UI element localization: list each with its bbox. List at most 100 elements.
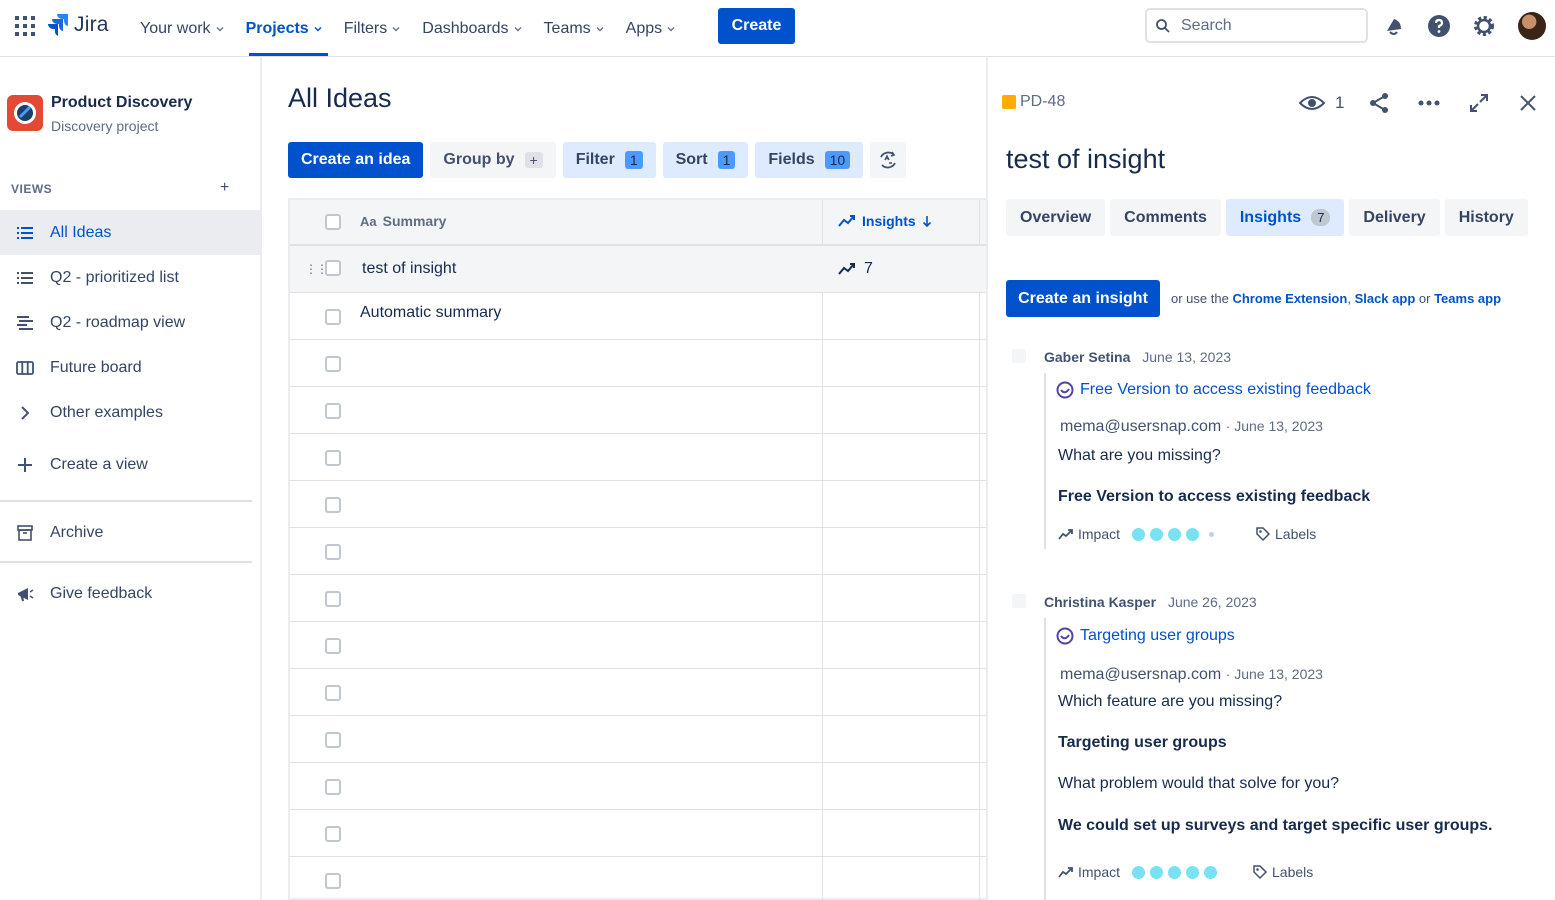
table-row-empty[interactable] bbox=[290, 857, 986, 900]
insight-checkbox[interactable] bbox=[1012, 594, 1026, 608]
close-icon[interactable] bbox=[1519, 91, 1537, 115]
row-checkbox[interactable] bbox=[325, 638, 341, 654]
row-checkbox[interactable] bbox=[325, 309, 341, 325]
row-checkbox[interactable] bbox=[325, 356, 341, 372]
watch-button[interactable]: 1 bbox=[1299, 91, 1344, 115]
row-checkbox[interactable] bbox=[325, 873, 341, 889]
sidebar-item-other-examples[interactable]: Other examples bbox=[0, 390, 262, 435]
more-actions-icon[interactable] bbox=[1418, 91, 1440, 115]
teams-app-link[interactable]: Teams app bbox=[1434, 291, 1501, 306]
create-insight-button[interactable]: Create an insight bbox=[1006, 280, 1160, 317]
impact-dot[interactable] bbox=[1168, 527, 1182, 541]
table-row-empty[interactable] bbox=[290, 810, 986, 857]
row-checkbox[interactable] bbox=[325, 450, 341, 466]
sidebar-item-future-board[interactable]: Future board bbox=[0, 345, 262, 390]
add-view-button[interactable]: + bbox=[220, 179, 229, 197]
row-checkbox[interactable] bbox=[325, 732, 341, 748]
impact-dot[interactable] bbox=[1186, 865, 1200, 879]
impact-dot[interactable] bbox=[1132, 527, 1146, 541]
sort-button[interactable]: Sort 1 bbox=[662, 142, 749, 178]
app-switcher-icon[interactable] bbox=[14, 15, 36, 37]
create-button[interactable]: Create bbox=[718, 8, 795, 44]
impact-dot-empty[interactable] bbox=[1209, 531, 1215, 537]
project-avatar-icon[interactable] bbox=[7, 95, 43, 131]
row-checkbox[interactable] bbox=[325, 779, 341, 795]
issue-key[interactable]: PD-48 bbox=[1002, 93, 1065, 111]
row-checkbox[interactable] bbox=[325, 826, 341, 842]
search-input[interactable]: Search bbox=[1145, 8, 1368, 43]
tab-overview[interactable]: Overview bbox=[1006, 199, 1106, 236]
slack-app-link[interactable]: Slack app bbox=[1355, 291, 1416, 306]
table-row[interactable]: ⋮⋮ test of insight 7 bbox=[290, 246, 986, 293]
column-summary[interactable]: Aa Summary bbox=[360, 213, 446, 229]
idea-type-icon bbox=[1002, 95, 1016, 109]
row-checkbox[interactable] bbox=[325, 685, 341, 701]
filter-button[interactable]: Filter 1 bbox=[562, 142, 656, 178]
row-checkbox[interactable] bbox=[325, 544, 341, 560]
column-insights[interactable]: Insights bbox=[838, 213, 932, 229]
table-row-empty[interactable] bbox=[290, 528, 986, 575]
expand-icon[interactable] bbox=[1469, 91, 1489, 115]
sidebar-item-give-feedback[interactable]: Give feedback bbox=[0, 571, 262, 616]
table-row-empty[interactable] bbox=[290, 669, 986, 716]
help-icon[interactable] bbox=[1426, 13, 1452, 39]
labels-button[interactable]: Labels bbox=[1272, 864, 1313, 880]
sidebar-item-all-ideas[interactable]: All Ideas bbox=[0, 210, 262, 255]
tab-comments[interactable]: Comments bbox=[1110, 199, 1221, 236]
table-row-empty[interactable] bbox=[290, 763, 986, 810]
table-row-empty[interactable] bbox=[290, 434, 986, 481]
table-row-empty[interactable] bbox=[290, 481, 986, 528]
nav-teams[interactable]: Teams bbox=[534, 0, 615, 57]
idea-title[interactable]: test of insight bbox=[1006, 144, 1165, 175]
insight-checkbox[interactable] bbox=[1012, 349, 1026, 363]
tab-history[interactable]: History bbox=[1444, 199, 1528, 236]
table-row-empty[interactable] bbox=[290, 622, 986, 669]
row-summary[interactable]: Automatic summary bbox=[360, 304, 501, 322]
table-row-empty[interactable] bbox=[290, 716, 986, 763]
impact-dot[interactable] bbox=[1168, 865, 1182, 879]
nav-apps[interactable]: Apps bbox=[616, 0, 686, 57]
create-idea-button[interactable]: Create an idea bbox=[288, 142, 424, 178]
fields-button[interactable]: Fields 10 bbox=[755, 142, 864, 178]
sidebar-item-q2-prioritized-list[interactable]: Q2 - prioritized list bbox=[0, 255, 262, 300]
row-checkbox[interactable] bbox=[325, 260, 341, 276]
table-row-empty[interactable] bbox=[290, 387, 986, 434]
table-row-empty[interactable] bbox=[290, 340, 986, 387]
impact-dot[interactable] bbox=[1150, 865, 1164, 879]
insight-snippet-link[interactable]: Free Version to access existing feedback bbox=[1056, 381, 1371, 399]
impact-dot[interactable] bbox=[1204, 865, 1218, 879]
user-avatar[interactable] bbox=[1518, 12, 1546, 40]
nav-your-work[interactable]: Your work bbox=[130, 0, 235, 57]
tab-delivery[interactable]: Delivery bbox=[1349, 199, 1440, 236]
tab-insights[interactable]: Insights 7 bbox=[1225, 199, 1345, 236]
group-by-button[interactable]: Group by + bbox=[430, 142, 556, 178]
share-icon[interactable] bbox=[1368, 91, 1390, 115]
sidebar-item-archive[interactable]: Archive bbox=[0, 510, 262, 555]
settings-gear-icon[interactable] bbox=[1471, 13, 1497, 39]
drag-handle-icon[interactable]: ⋮⋮ bbox=[305, 262, 328, 276]
row-checkbox[interactable] bbox=[325, 403, 341, 419]
impact-dot[interactable] bbox=[1150, 527, 1164, 541]
nav-projects[interactable]: Projects bbox=[236, 0, 333, 57]
impact-dot[interactable] bbox=[1132, 865, 1146, 879]
notifications-icon[interactable] bbox=[1381, 13, 1407, 39]
impact-dot[interactable] bbox=[1186, 527, 1200, 541]
row-checkbox[interactable] bbox=[325, 497, 341, 513]
select-all-checkbox[interactable] bbox=[325, 214, 341, 230]
chrome-extension-link[interactable]: Chrome Extension bbox=[1232, 291, 1347, 306]
tab-overview-label: Overview bbox=[1020, 208, 1092, 226]
sidebar-item-create-view[interactable]: Create a view bbox=[0, 442, 262, 487]
nav-dashboards[interactable]: Dashboards bbox=[412, 0, 532, 57]
table-row[interactable]: Automatic summary bbox=[290, 293, 986, 340]
row-checkbox[interactable] bbox=[325, 591, 341, 607]
row-summary[interactable]: test of insight bbox=[362, 260, 456, 278]
table-row-empty[interactable] bbox=[290, 575, 986, 622]
project-name[interactable]: Product Discovery bbox=[51, 94, 192, 112]
insight-question: What problem would that solve for you? bbox=[1058, 775, 1340, 792]
sidebar-item-q2-roadmap-view[interactable]: Q2 - roadmap view bbox=[0, 300, 262, 345]
jira-logo[interactable]: Jira bbox=[48, 12, 109, 38]
insight-snippet-link[interactable]: Targeting user groups bbox=[1056, 627, 1235, 645]
labels-button[interactable]: Labels bbox=[1275, 526, 1316, 542]
nav-filters[interactable]: Filters bbox=[334, 0, 412, 57]
autofill-button[interactable] bbox=[870, 142, 907, 178]
